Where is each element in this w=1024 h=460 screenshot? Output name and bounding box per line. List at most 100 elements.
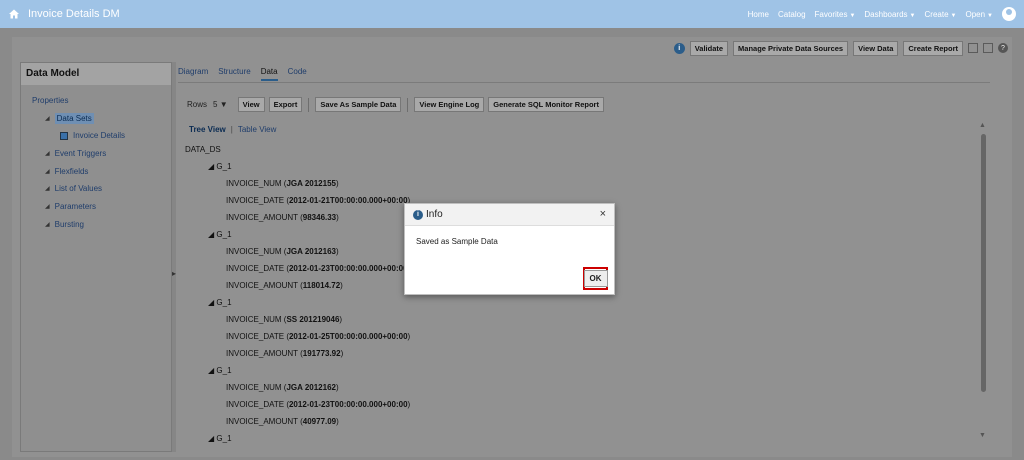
home-icon[interactable] <box>8 8 20 20</box>
vertical-scrollbar[interactable]: ▲ ▼ <box>979 122 988 442</box>
tree-root: DATA_DS <box>185 145 221 154</box>
nav-favorites-label: Favorites <box>814 9 848 19</box>
tree-group-label: G_1 <box>216 298 232 307</box>
chevron-down-icon: ▼ <box>849 12 856 19</box>
sidebar-item-label: Bursting <box>54 220 84 229</box>
tree-group-node[interactable]: ◢ G_1 <box>208 298 232 307</box>
view-button[interactable]: View <box>237 97 265 112</box>
create-report-button[interactable]: Create Report <box>903 40 963 56</box>
table-view-link[interactable]: Table View <box>238 125 277 134</box>
tree-field-row: INVOICE_DATE (2012-01-21T00:00:00.000+00… <box>226 196 411 205</box>
tree-view-link[interactable]: Tree View <box>189 125 226 134</box>
view-separator: | <box>230 125 233 134</box>
top-nav: Home Catalog Favorites ▼ Dashboards ▼ Crea… <box>748 0 1016 28</box>
field-name: INVOICE_AMOUNT <box>226 349 298 358</box>
field-value: 2012-01-23T00:00:00.000+00:00 <box>288 400 408 409</box>
save-as-sample-data-button[interactable]: Save As Sample Data <box>315 97 402 112</box>
expanded-arrow-icon: ◢ <box>208 162 215 171</box>
tab-diagram[interactable]: Diagram <box>178 67 208 81</box>
validate-button[interactable]: Validate <box>689 40 729 56</box>
sidebar-item-label: Flexfields <box>54 167 89 176</box>
sidebar-item-label: Data Sets <box>54 113 94 124</box>
view-data-button[interactable]: View Data <box>853 40 899 56</box>
field-value: SS 201219046 <box>286 315 340 324</box>
sidebar-item-label: Parameters <box>54 202 96 211</box>
ok-button[interactable]: OK <box>583 270 608 287</box>
tree-group-label: G_1 <box>216 434 232 443</box>
toolbar-separator <box>308 97 310 112</box>
tree-group-node[interactable]: ◢ G_1 <box>208 230 232 239</box>
dialog-title: Info <box>426 209 443 220</box>
field-value: 118014.72 <box>302 281 341 290</box>
rows-select[interactable]: 5 ▼ <box>213 100 228 109</box>
field-value: JGA 2012155 <box>286 179 336 188</box>
dialog-message: Saved as Sample Data <box>416 237 498 246</box>
field-value: 191773.92 <box>302 349 341 358</box>
view-engine-log-button[interactable]: View Engine Log <box>414 97 485 112</box>
scroll-thumb[interactable] <box>981 134 986 392</box>
sidebar-item-label: Invoice Details <box>73 131 126 140</box>
dataset-icon <box>60 131 68 140</box>
sidebar-title: Data Model <box>21 63 171 85</box>
help-icon[interactable]: ? <box>998 43 1008 53</box>
field-name: INVOICE_NUM <box>226 179 282 188</box>
tree-field-row: INVOICE_DATE (2012-01-23T00:00:00.000+00… <box>226 264 410 273</box>
tree-group-node[interactable]: ◢ G_1 <box>208 162 232 171</box>
sidebar-item-parameters[interactable]: ◢ Parameters <box>45 202 96 211</box>
tab-code[interactable]: Code <box>288 67 307 81</box>
save-as-icon[interactable] <box>983 43 993 53</box>
nav-dashboards[interactable]: Dashboards ▼ <box>864 10 915 19</box>
expanded-arrow-icon: ◢ <box>45 116 50 122</box>
nav-catalog[interactable]: Catalog <box>778 10 806 19</box>
field-name: INVOICE_DATE <box>226 196 285 205</box>
sidebar-item-event-triggers[interactable]: ◢ Event Triggers <box>45 149 106 158</box>
sidebar-item-label: Properties <box>32 96 69 105</box>
chevron-down-icon: ▼ <box>987 12 993 19</box>
field-name: INVOICE_AMOUNT <box>226 281 298 290</box>
nav-open[interactable]: Open ▼ <box>965 10 993 19</box>
scroll-down-icon[interactable]: ▼ <box>979 432 986 439</box>
field-name: INVOICE_DATE <box>226 264 285 273</box>
sidebar-item-invoice-details[interactable]: Invoice Details <box>60 131 125 140</box>
rows-value: 5 <box>213 100 218 109</box>
expanded-arrow-icon: ◢ <box>45 222 50 228</box>
user-avatar-icon[interactable] <box>1002 7 1016 21</box>
tree-field-row: INVOICE_AMOUNT (118014.72) <box>226 281 343 290</box>
scroll-up-icon[interactable]: ▲ <box>979 122 986 129</box>
close-icon[interactable]: × <box>600 208 606 220</box>
expanded-arrow-icon: ◢ <box>208 434 215 443</box>
field-name: INVOICE_AMOUNT <box>226 417 298 426</box>
tab-data[interactable]: Data <box>260 67 278 81</box>
nav-favorites[interactable]: Favorites ▼ <box>815 10 856 19</box>
nav-create-label: Create <box>924 9 949 19</box>
generate-sql-monitor-report-button[interactable]: Generate SQL Monitor Report <box>488 97 604 112</box>
tree-group-label: G_1 <box>216 230 232 239</box>
tree-group-node[interactable]: ◢ G_1 <box>208 434 232 443</box>
save-icon[interactable] <box>968 43 978 53</box>
tree-field-row: INVOICE_NUM (JGA 2012155) <box>226 179 339 188</box>
info-icon: i <box>413 209 423 220</box>
expanded-arrow-icon: ◢ <box>208 230 215 239</box>
tab-structure[interactable]: Structure <box>218 67 250 81</box>
field-value: JGA 2012163 <box>286 247 336 256</box>
sidebar-item-data-sets[interactable]: ◢ Data Sets <box>45 113 94 124</box>
expanded-arrow-icon: ◢ <box>45 151 50 157</box>
tree-field-row: INVOICE_AMOUNT (40977.09) <box>226 417 339 426</box>
panel-splitter[interactable]: ▸ <box>172 62 176 452</box>
export-button[interactable]: Export <box>268 97 303 112</box>
nav-create[interactable]: Create ▼ <box>925 10 957 19</box>
tree-group-node[interactable]: ◢ G_1 <box>208 366 232 375</box>
sidebar-item-flexfields[interactable]: ◢ Flexfields <box>45 167 88 176</box>
tree-field-row: INVOICE_AMOUNT (98346.33) <box>226 213 339 222</box>
manage-private-data-sources-button[interactable]: Manage Private Data Sources <box>733 40 849 56</box>
sidebar-item-properties[interactable]: Properties <box>32 96 68 105</box>
tree-field-row: INVOICE_AMOUNT (191773.92) <box>226 349 344 358</box>
sidebar-item-bursting[interactable]: ◢ Bursting <box>45 220 84 229</box>
tree-group-label: G_1 <box>216 162 232 171</box>
sidebar-item-label: Event Triggers <box>54 149 107 158</box>
sidebar-item-list-of-values[interactable]: ◢ List of Values <box>45 184 102 193</box>
nav-open-label: Open <box>965 9 986 19</box>
field-name: INVOICE_NUM <box>226 315 282 324</box>
chevron-down-icon: ▼ <box>909 12 916 19</box>
nav-home[interactable]: Home <box>748 10 769 19</box>
